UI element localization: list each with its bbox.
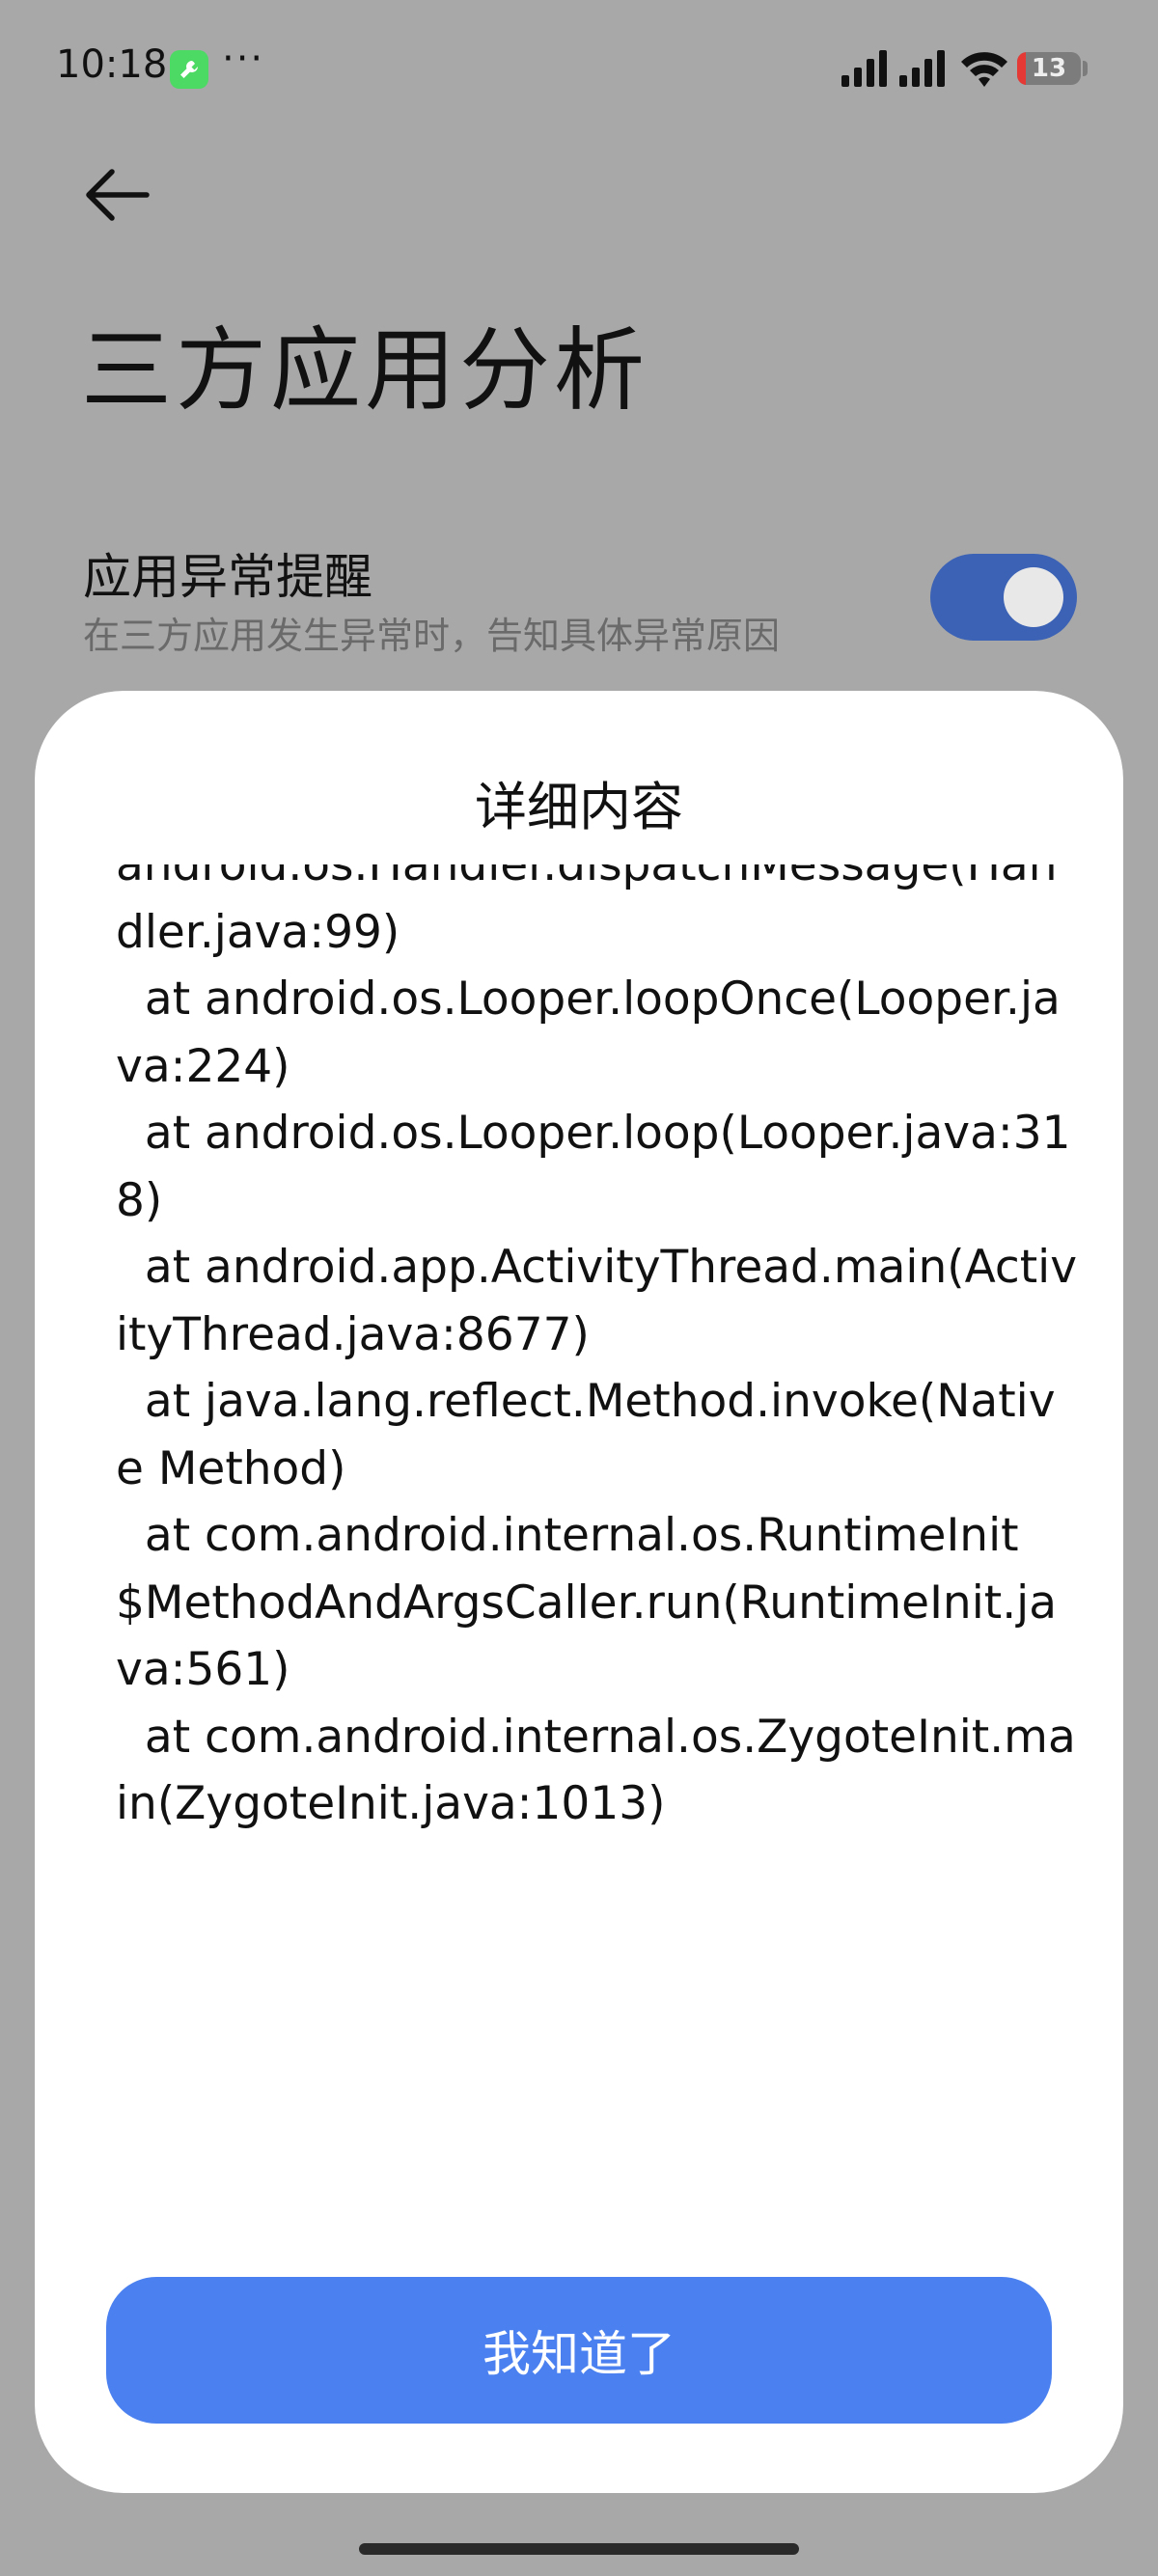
status-bar: 10:18 ··· 13 [0, 0, 1158, 135]
dialog-title: 详细内容 [475, 777, 683, 837]
wifi-icon [961, 52, 1007, 87]
more-notifications-icon: ··· [222, 37, 265, 81]
battery-icon: 13 [1017, 52, 1081, 85]
toggle-knob [1004, 567, 1063, 627]
signal-icon-2 [899, 50, 945, 87]
app-exception-toggle[interactable] [930, 554, 1077, 641]
battery-level: 13 [1031, 54, 1067, 83]
home-indicator[interactable] [359, 2543, 799, 2555]
wrench-icon [170, 50, 208, 89]
status-time: 10:18 [56, 42, 168, 87]
setting-description: 在三方应用发生异常时，告知具体异常原因 [83, 615, 781, 657]
details-scroll-area[interactable]: android.os.Handler.dispatchMessage(Handl… [116, 864, 1081, 1906]
signal-icon [841, 50, 887, 87]
stack-trace-text: android.os.Handler.dispatchMessage(Handl… [116, 864, 1078, 1830]
back-arrow-icon[interactable] [83, 166, 151, 224]
details-dialog: 详细内容 android.os.Handler.dispatchMessage(… [35, 691, 1123, 2493]
page-title: 三方应用分析 [81, 318, 649, 424]
battery-cap [1083, 61, 1088, 76]
confirm-button[interactable]: 我知道了 [106, 2277, 1052, 2424]
setting-label: 应用异常提醒 [83, 549, 372, 605]
